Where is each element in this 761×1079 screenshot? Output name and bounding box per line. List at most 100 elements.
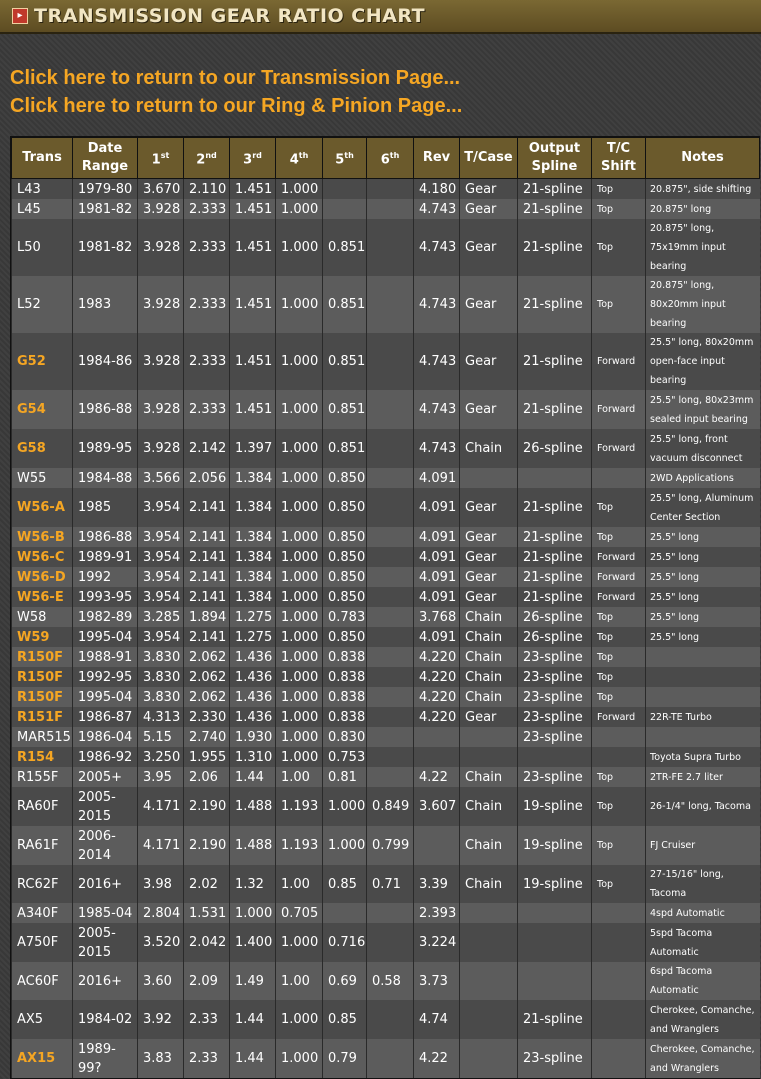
gear5-cell: 0.850: [322, 587, 367, 607]
transfer-case-cell: Gear: [459, 199, 518, 219]
table-row: R155F 2005+ 3.95 2.06 1.44 1.00 0.81 4.22 Chain 2…: [11, 767, 760, 787]
gear2-cell: 2.333: [183, 390, 230, 429]
gear6-cell: [366, 488, 414, 527]
transfer-case-cell: Chain: [459, 787, 518, 826]
gear6-cell: [366, 547, 414, 567]
transfer-case-cell: [459, 923, 518, 962]
column-header: T/C Shift: [591, 137, 646, 179]
trans-cell[interactable]: AX15: [11, 1039, 73, 1078]
column-header: 2nd: [183, 137, 230, 179]
trans-cell[interactable]: W56-C: [11, 547, 73, 567]
gear6-cell: 0.58: [366, 962, 414, 1000]
gear3-cell: 1.436: [229, 667, 276, 687]
notes-cell: 20.875" long, 80x20mm input bearing: [645, 276, 760, 333]
trans-cell[interactable]: G52: [11, 333, 73, 390]
trans-cell[interactable]: R151F: [11, 707, 73, 727]
trans-cell[interactable]: R150F: [11, 647, 73, 667]
gear1-cell: 3.95: [137, 767, 184, 787]
gear5-cell: 0.850: [322, 627, 367, 647]
gear3-cell: 1.436: [229, 647, 276, 667]
trans-cell: AX5: [11, 1000, 73, 1039]
trans-cell[interactable]: W56-A: [11, 488, 73, 527]
transfer-case-cell: Chain: [459, 667, 518, 687]
notes-cell: 25.5" long, 80x23mm sealed input bearing: [645, 390, 760, 429]
tc-shift-cell: Forward: [591, 707, 646, 727]
trans-cell[interactable]: W56-E: [11, 587, 73, 607]
transmission-page-link[interactable]: Click here to return to our Transmission…: [10, 64, 761, 92]
date-range-cell: 1986-88: [72, 390, 138, 429]
trans-cell: RA61F: [11, 826, 73, 865]
gear2-cell: 2.190: [183, 826, 230, 865]
trans-cell[interactable]: R150F: [11, 687, 73, 707]
transfer-case-cell: Chain: [459, 826, 518, 865]
date-range-cell: 1986-87: [72, 707, 138, 727]
reverse-cell: 4.22: [413, 767, 460, 787]
notes-cell: [645, 647, 760, 667]
column-header: Trans: [11, 137, 73, 179]
output-spline-cell: 21-spline: [517, 527, 592, 547]
table-row: W58 1982-89 3.285 1.894 1.275 1.000 0.783 3.768…: [11, 607, 760, 627]
transfer-case-cell: [459, 747, 518, 767]
gear2-cell: 2.190: [183, 787, 230, 826]
notes-cell: 2WD Applications: [645, 468, 760, 488]
reverse-cell: 4.220: [413, 647, 460, 667]
transfer-case-cell: Chain: [459, 767, 518, 787]
gear2-cell: 2.142: [183, 429, 230, 468]
gear2-cell: 2.062: [183, 667, 230, 687]
transfer-case-cell: Gear: [459, 333, 518, 390]
gear6-cell: [366, 1000, 414, 1039]
gear5-cell: 0.838: [322, 707, 367, 727]
column-header: 4th: [275, 137, 323, 179]
gear4-cell: 1.000: [275, 488, 323, 527]
gear5-cell: 1.000: [322, 826, 367, 865]
column-header: Rev: [413, 137, 460, 179]
output-spline-cell: 21-spline: [517, 199, 592, 219]
trans-cell[interactable]: R150F: [11, 667, 73, 687]
tc-shift-cell: Top: [591, 767, 646, 787]
tc-shift-cell: Top: [591, 219, 646, 276]
column-header: 3rd: [229, 137, 276, 179]
date-range-cell: 1986-04: [72, 727, 138, 747]
trans-cell[interactable]: G58: [11, 429, 73, 468]
gear6-cell: [366, 276, 414, 333]
gear3-cell: 1.000: [229, 903, 276, 923]
notes-cell: [645, 687, 760, 707]
gear3-cell: 1.397: [229, 429, 276, 468]
title-bar: ▸ TRANSMISSION GEAR RATIO CHART: [0, 0, 761, 34]
trans-cell[interactable]: R154: [11, 747, 73, 767]
table-row: AC60F 2016+ 3.60 2.09 1.49 1.00 0.69 0.58 3.73 6s…: [11, 962, 760, 1000]
ring-pinion-page-link[interactable]: Click here to return to our Ring & Pinio…: [10, 92, 761, 120]
reverse-cell: 3.224: [413, 923, 460, 962]
gear1-cell: 3.954: [137, 547, 184, 567]
gear5-cell: 0.85: [322, 865, 367, 903]
reverse-cell: 3.607: [413, 787, 460, 826]
gear2-cell: 1.955: [183, 747, 230, 767]
table-row: W56-A 1985 3.954 2.141 1.384 1.000 0.850 4.091 G…: [11, 488, 760, 527]
trans-cell[interactable]: W56-D: [11, 567, 73, 587]
table-row: R150F 1992-95 3.830 2.062 1.436 1.000 0.838 4.2…: [11, 667, 760, 687]
gear6-cell: 0.799: [366, 826, 414, 865]
trans-cell[interactable]: W59: [11, 627, 73, 647]
transfer-case-cell: Gear: [459, 276, 518, 333]
notes-cell: 25.5" long: [645, 547, 760, 567]
gear3-cell: 1.310: [229, 747, 276, 767]
table-row: W56-E 1993-95 3.954 2.141 1.384 1.000 0.850 4.0…: [11, 587, 760, 607]
tc-shift-cell: Top: [591, 787, 646, 826]
gear3-cell: 1.384: [229, 547, 276, 567]
gear2-cell: 2.110: [183, 178, 230, 199]
trans-cell: L50: [11, 219, 73, 276]
notes-cell: [645, 667, 760, 687]
arrow-right-icon: ▸: [12, 8, 28, 24]
trans-cell[interactable]: G54: [11, 390, 73, 429]
trans-cell: A750F: [11, 923, 73, 962]
table-row: R150F 1988-91 3.830 2.062 1.436 1.000 0.838 4.2…: [11, 647, 760, 667]
output-spline-cell: 23-spline: [517, 687, 592, 707]
gear4-cell: 1.000: [275, 667, 323, 687]
gear1-cell: 3.83: [137, 1039, 184, 1078]
date-range-cell: 2006-2014: [72, 826, 138, 865]
gear2-cell: 2.062: [183, 647, 230, 667]
trans-cell[interactable]: W56-B: [11, 527, 73, 547]
trans-cell: AC60F: [11, 962, 73, 1000]
gear4-cell: 1.000: [275, 587, 323, 607]
output-spline-cell: 21-spline: [517, 333, 592, 390]
